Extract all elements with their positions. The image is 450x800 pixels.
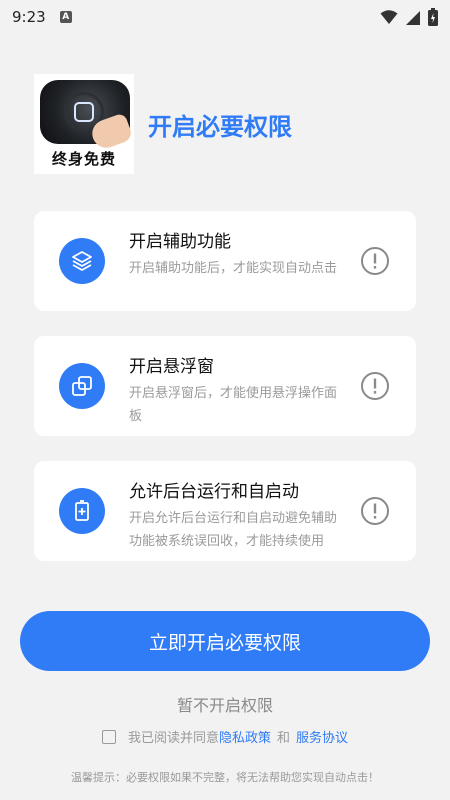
agreement-and: 和 [277, 731, 291, 746]
logo-square [74, 102, 94, 122]
exclamation-info-icon[interactable] [360, 246, 390, 276]
permission-title: 开启悬浮窗 [129, 357, 214, 377]
app-logo: 终身免费 [34, 74, 134, 174]
permission-title: 允许后台运行和自启动 [129, 482, 299, 502]
permission-icon-circle [59, 238, 105, 284]
page-title: 开启必要权限 [148, 112, 292, 141]
permission-card-background[interactable]: 允许后台运行和自启动 开启允许后台运行和自启动避免辅助功能被系统误回收，才能持续… [34, 461, 416, 561]
permission-title: 开启辅助功能 [129, 232, 231, 252]
exclamation-info-icon[interactable] [360, 496, 390, 526]
notification-a-icon: A [59, 11, 72, 23]
battery-icon [428, 8, 438, 26]
permission-card-overlay[interactable]: 开启悬浮窗 开启悬浮窗后，才能使用悬浮操作面板 [34, 336, 416, 436]
status-bar: 9:23 A [0, 0, 450, 34]
permission-description: 开启允许后台运行和自启动避免辅助功能被系统误回收，才能持续使用 [129, 511, 338, 549]
battery-plus-icon [75, 500, 89, 521]
permission-icon-circle [59, 488, 105, 534]
signal-icon [406, 11, 420, 25]
agreement-checkbox[interactable] [101, 729, 116, 744]
terms-of-service-link[interactable]: 服务协议 [296, 727, 348, 746]
agreement-prefix: 我已阅读并同意 [127, 731, 219, 746]
logo-caption: 终身免费 [51, 150, 116, 168]
status-time: 9:23 [12, 8, 46, 26]
enable-permissions-button[interactable]: 立即开启必要权限 [20, 611, 430, 671]
wifi-icon [380, 10, 398, 24]
permission-description: 开启悬浮窗后，才能使用悬浮操作面板 [129, 386, 338, 424]
exclamation-info-icon[interactable] [360, 371, 390, 401]
layers-icon [72, 251, 92, 271]
warning-tip: 温馨提示：必要权限如果不完整，将无法帮助您实现自动点击！ [71, 771, 379, 784]
permission-icon-circle [59, 363, 105, 409]
permission-card-accessibility[interactable]: 开启辅助功能 开启辅助功能后，才能实现自动点击 [34, 211, 416, 311]
privacy-policy-link[interactable]: 隐私政策 [219, 727, 271, 746]
skip-permissions-link[interactable]: 暂不开启权限 [0, 692, 450, 716]
agreement-row: 我已阅读并同意 隐私政策 和 服务协议 [0, 727, 450, 746]
permission-description: 开启辅助功能后，才能实现自动点击 [129, 261, 338, 276]
overlay-window-icon [72, 376, 92, 396]
header: 终身免费 开启必要权限 [34, 74, 292, 174]
